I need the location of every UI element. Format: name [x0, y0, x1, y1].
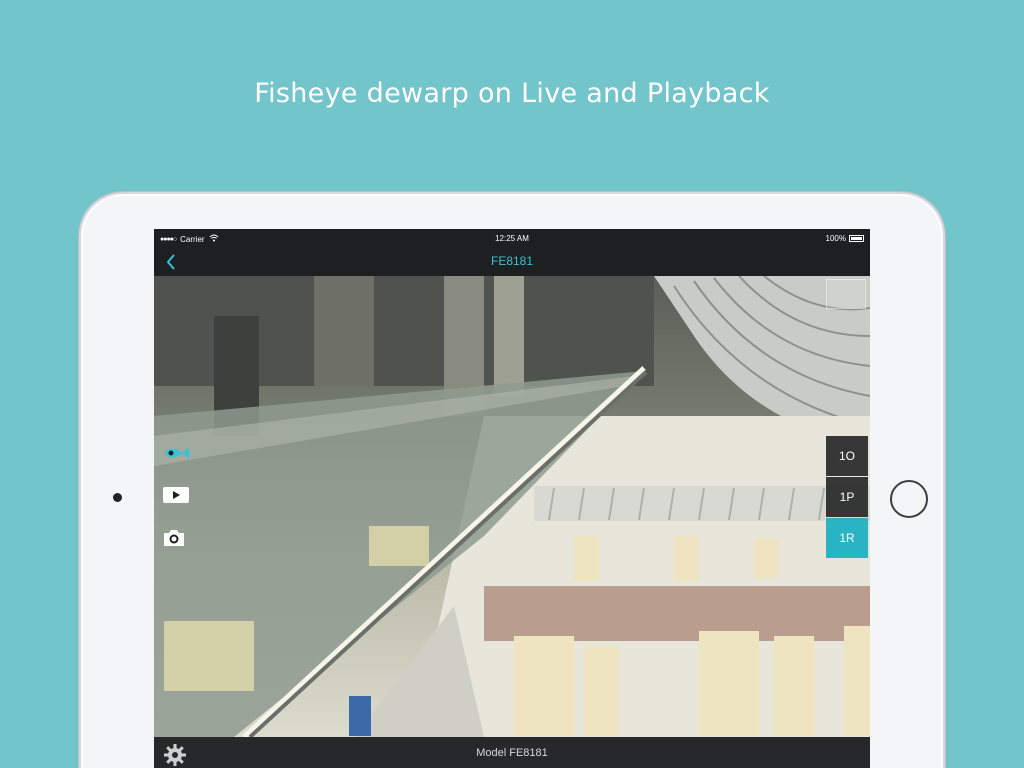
live-video-view[interactable]: 1O 1P 1R: [154, 276, 870, 737]
app-screen: ●●●●○ Carrier 12:25 AM 100% FE8181 1O 1P…: [154, 229, 870, 768]
play-icon[interactable]: [162, 486, 194, 514]
model-label: Model FE8181: [476, 747, 548, 759]
status-time: 12:25 AM: [495, 234, 529, 243]
page-headline: Fisheye dewarp on Live and Playback: [254, 78, 770, 109]
view-mode-1o[interactable]: 1O: [826, 436, 868, 476]
camera-icon[interactable]: [162, 528, 194, 556]
view-mode-1r[interactable]: 1R: [826, 518, 868, 558]
fullscreen-toggle[interactable]: [826, 279, 866, 309]
bottom-bar: Model FE8181: [154, 737, 870, 768]
battery-icon: [849, 235, 864, 242]
view-mode-selector: 1O 1P 1R: [826, 436, 868, 559]
status-bar: ●●●●○ Carrier 12:25 AM 100%: [154, 229, 870, 247]
home-button[interactable]: [890, 480, 928, 518]
battery-percent: 100%: [825, 234, 846, 243]
dewarped-scene: [154, 276, 870, 737]
view-mode-1p[interactable]: 1P: [826, 477, 868, 517]
fisheye-icon[interactable]: [162, 444, 194, 472]
camera-title: FE8181: [490, 254, 534, 268]
nav-bar: FE8181: [154, 247, 870, 276]
front-camera: [113, 493, 122, 502]
